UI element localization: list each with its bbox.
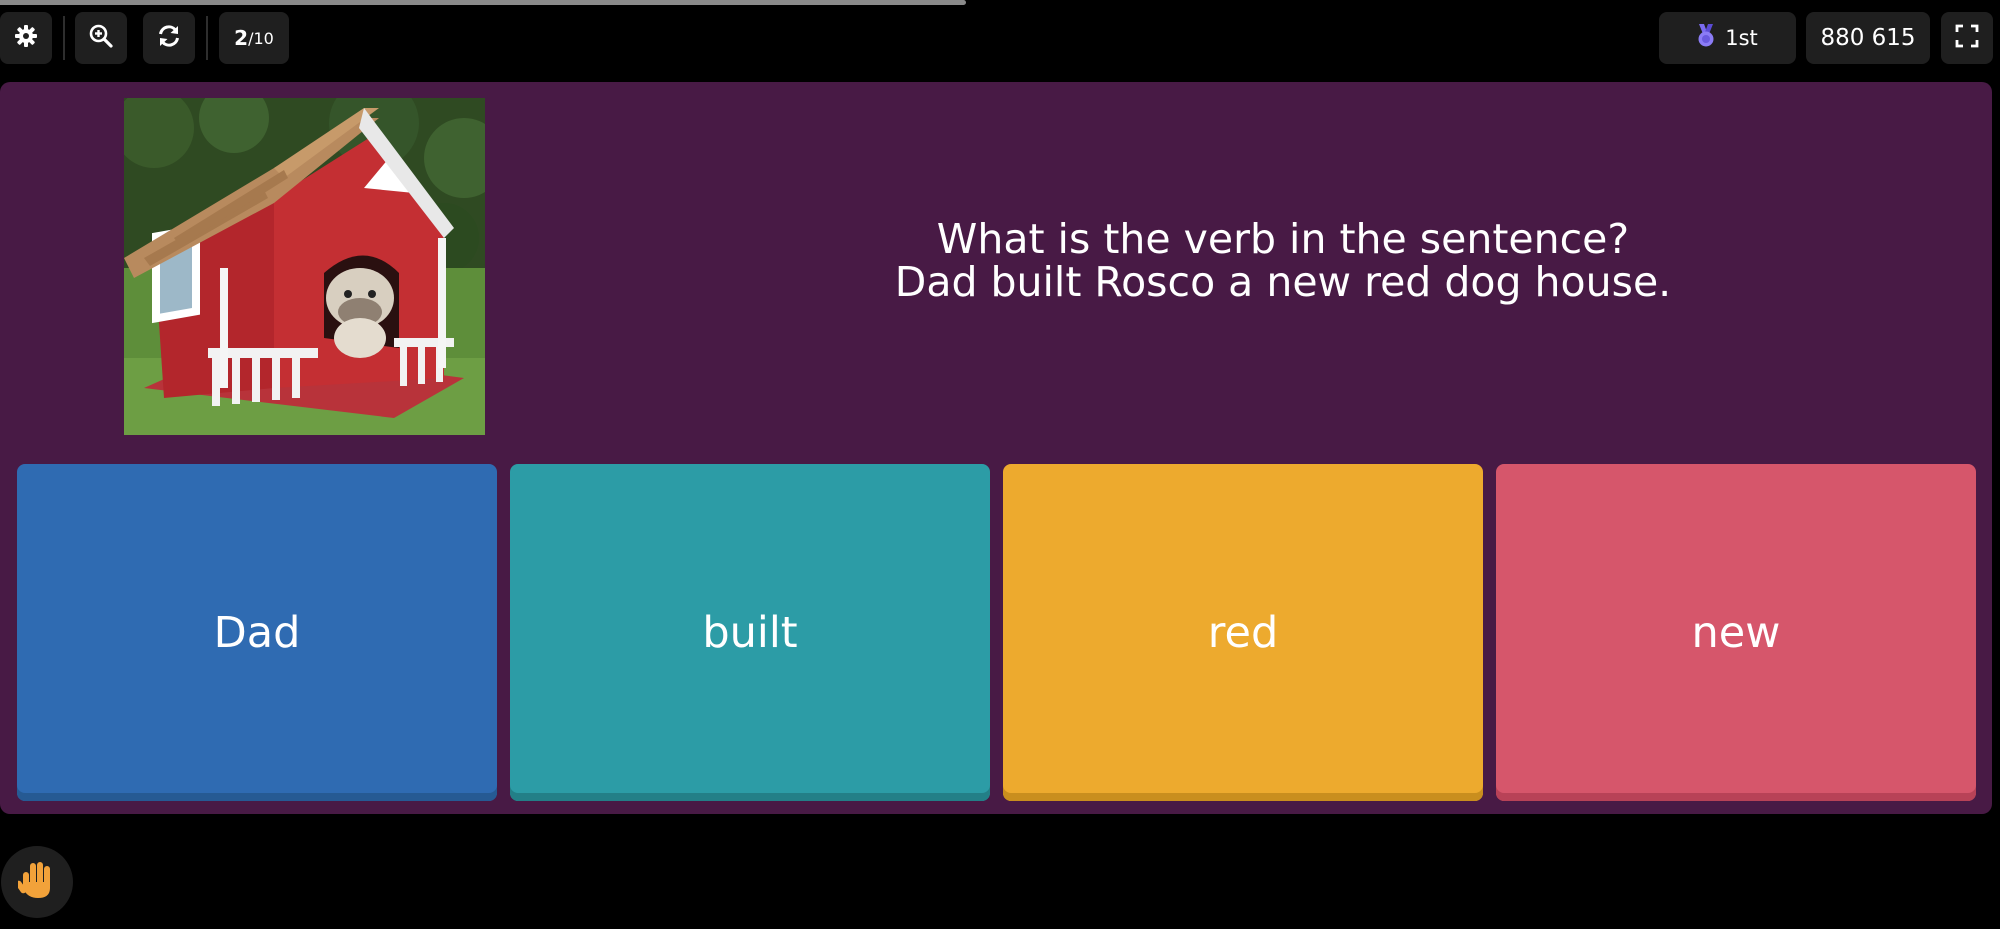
- question-image: [124, 98, 485, 435]
- dog-house-illustration: [124, 98, 485, 435]
- answer-option-3[interactable]: red: [1003, 464, 1483, 801]
- rank-label: 1st: [1725, 26, 1758, 50]
- question-panel: What is the verb in the sentence? Dad bu…: [0, 82, 1992, 814]
- refresh-icon: [156, 23, 182, 53]
- score-value: 880 615: [1820, 25, 1916, 51]
- answer-option-2[interactable]: built: [510, 464, 990, 801]
- raise-hand-icon: [15, 860, 56, 904]
- raise-hand-button[interactable]: [1, 846, 73, 918]
- toolbar-divider: [206, 16, 208, 60]
- progress-bar-fill: [0, 0, 966, 5]
- question-current: 2: [234, 26, 249, 50]
- answer-label: built: [702, 607, 798, 658]
- fullscreen-button[interactable]: [1941, 12, 1993, 64]
- answer-option-4[interactable]: new: [1496, 464, 1976, 801]
- fullscreen-icon: [1955, 24, 1979, 52]
- score-display: 880 615: [1806, 12, 1930, 64]
- top-toolbar: 2/10 1st 880 615: [0, 12, 2000, 64]
- settings-button[interactable]: [0, 12, 52, 64]
- question-line-2: Dad built Rosco a new red dog house.: [894, 258, 1672, 306]
- refresh-button[interactable]: [143, 12, 195, 64]
- question-counter: 2/10: [219, 12, 289, 64]
- question-text: What is the verb in the sentence? Dad bu…: [700, 218, 1866, 304]
- gear-icon: [14, 24, 38, 52]
- zoom-in-icon: [88, 23, 114, 53]
- answer-label: Dad: [213, 607, 301, 658]
- rank-badge: 1st: [1659, 12, 1796, 64]
- toolbar-divider: [63, 16, 65, 60]
- zoom-button[interactable]: [75, 12, 127, 64]
- question-line-1: What is the verb in the sentence?: [936, 215, 1630, 263]
- progress-bar: [0, 0, 2000, 5]
- medal-icon: [1697, 23, 1715, 53]
- answer-label: red: [1207, 607, 1279, 658]
- question-total: /10: [248, 28, 274, 48]
- answer-option-1[interactable]: Dad: [17, 464, 497, 801]
- answer-label: new: [1691, 607, 1781, 658]
